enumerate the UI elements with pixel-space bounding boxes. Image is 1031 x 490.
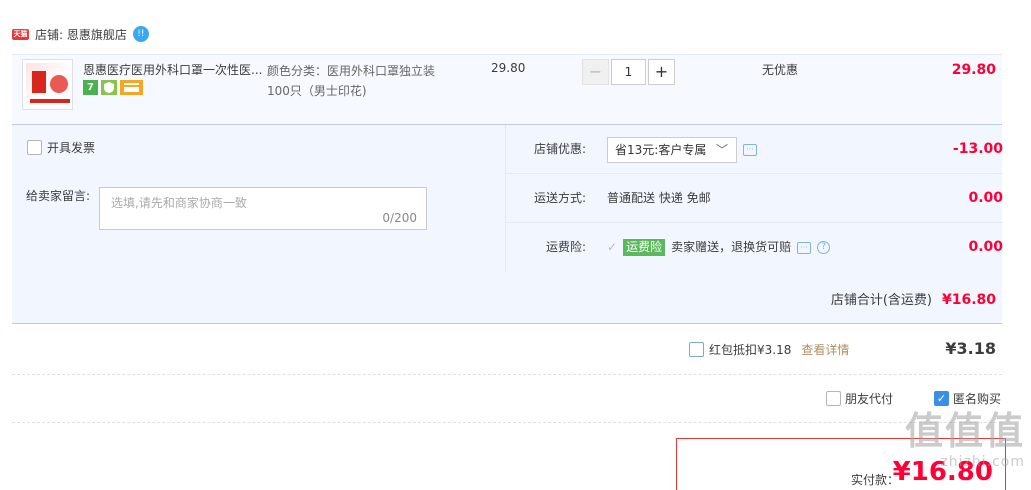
shop-coupon-selected: 省13元:客户专属 [615,142,707,157]
friend-pay-option[interactable]: 朋友代付 [826,390,893,407]
seller-message-label: 给卖家留言: [26,189,91,203]
chat-bubble-icon[interactable]: ··· [797,241,812,254]
shop-coupon-select[interactable]: 省13元:客户专属 ﹀ [607,136,737,163]
shop-coupon-content: 省13元:客户专属 ﹀ ··· [607,125,757,174]
invoice-checkbox[interactable] [27,140,42,155]
order-item-row: 恩惠医疗医用外科口罩一次性医... 7 颜色分类：医用外科口罩独立装100只（男… [12,54,1002,125]
chevron-down-icon: ﹀ [715,142,728,157]
insurance-desc: 卖家赠送，退换货可赔 [671,240,792,254]
invoice-option[interactable]: 开具发票 [27,139,95,156]
help-icon[interactable]: ? [817,241,831,254]
shipping-amount: 0.00 [968,190,1003,206]
shop-coupon-row: 店铺优惠: 省13元:客户专属 ﹀ ··· -13.00 [506,125,1003,174]
anonymous-purchase-label: 匿名购买 [953,392,1002,406]
seven-day-return-icon[interactable]: 7 [83,80,98,95]
friend-pay-label: 朋友代付 [845,392,894,406]
seller-message-placeholder: 选填,请先和商家协商一致 [111,196,247,210]
product-sku: 颜色分类：医用外科口罩独立装100只（男士印花) [267,64,436,98]
shop-name-link[interactable]: 店铺: 恩惠旗舰店 [35,26,127,43]
anonymous-purchase-checkbox[interactable]: ✓ [934,391,949,406]
red-packet-label: 红包抵扣¥3.18 [709,343,792,357]
credit-card-icon[interactable] [120,80,143,95]
invoice-label: 开具发票 [47,141,96,155]
thumbnail-box-shape [32,71,46,93]
shipping-method: 普通配送 快递 免邮 [607,191,711,205]
shipping-insurance-row: 运费险: ✓ 运费险 卖家赠送，退换货可赔 ··· ? 0.00 [506,223,1003,272]
shipping-label: 运送方式: [533,191,586,205]
item-promotion: 无优惠 [762,63,799,77]
order-right-column: 店铺优惠: 省13元:客户专属 ﹀ ··· -13.00 运送方式: 普通配送 … [505,125,1003,272]
check-icon: ✓ [607,240,618,254]
shop-total-amount: ¥16.80 [941,292,996,308]
insurance-content: ✓ 运费险 卖家赠送，退换货可赔 ··· ? [607,223,831,272]
increase-quantity-button[interactable]: + [648,59,675,85]
seller-message-input[interactable]: 选填,请先和商家协商一致 0/200 [99,187,427,230]
item-subtotal: 29.80 [951,62,996,78]
seller-message-count: 0/200 [382,211,417,225]
shop-total: 店铺合计(含运费) ¥16.80 [831,289,996,308]
red-packet-checkbox[interactable] [689,342,704,357]
watermark: 值值值 zhizhi.com [905,409,1025,469]
red-packet-option[interactable]: 红包抵扣¥3.18 查看详情 [689,341,849,358]
friend-pay-checkbox[interactable] [826,391,841,406]
red-packet-row: 红包抵扣¥3.18 查看详情 ¥3.18 [12,324,1002,375]
red-packet-details-link[interactable]: 查看详情 [801,341,849,358]
watermark-domain: zhizhi.com [940,454,1025,470]
thumbnail-image [26,63,70,107]
shop-total-label: 店铺合计(含运费) [830,293,932,308]
unit-price: 29.80 [491,61,526,75]
order-info-panel: 开具发票 给卖家留言: 选填,请先和商家协商一致 0/200 店铺优惠: 省13… [12,125,1003,324]
insurance-badge: 运费险 [623,239,666,256]
shipping-row: 运送方式: 普通配送 快递 免邮 0.00 [506,174,1003,223]
shop-coupon-label: 店铺优惠: [533,142,586,156]
shop-coupon-amount: -13.00 [952,141,1003,157]
shop-header: 天猫 店铺: 恩惠旗舰店 !! [12,22,149,46]
product-thumbnail[interactable] [22,59,73,110]
insurance-label: 运费险: [545,240,586,254]
tmall-icon: 天猫 [12,28,29,40]
anonymous-purchase-option[interactable]: ✓ 匿名购买 [934,390,1001,407]
quantity-input[interactable]: 1 [611,59,646,85]
insurance-amount: 0.00 [968,239,1003,255]
watermark-logo: 值值值 [904,409,1025,453]
shield-icon[interactable] [101,80,117,95]
payment-options-row: 朋友代付 ✓ 匿名购买 [12,375,1002,423]
order-left-column: 开具发票 给卖家留言: 选填,请先和商家协商一致 0/200 [12,125,505,272]
product-title-link[interactable]: 恩惠医疗医用外科口罩一次性医... [83,61,263,78]
thumbnail-circle-shape [50,75,68,93]
red-packet-amount: ¥3.18 [945,339,996,358]
quantity-stepper: − 1 + [582,59,675,85]
wangwang-chat-icon[interactable]: !! [132,26,149,42]
chat-bubble-icon[interactable]: ··· [743,143,757,156]
shipping-content: 普通配送 快递 免邮 [607,174,711,223]
decrease-quantity-button[interactable]: − [582,59,609,85]
thumbnail-bar-shape [30,99,70,103]
service-icons: 7 [83,80,143,95]
